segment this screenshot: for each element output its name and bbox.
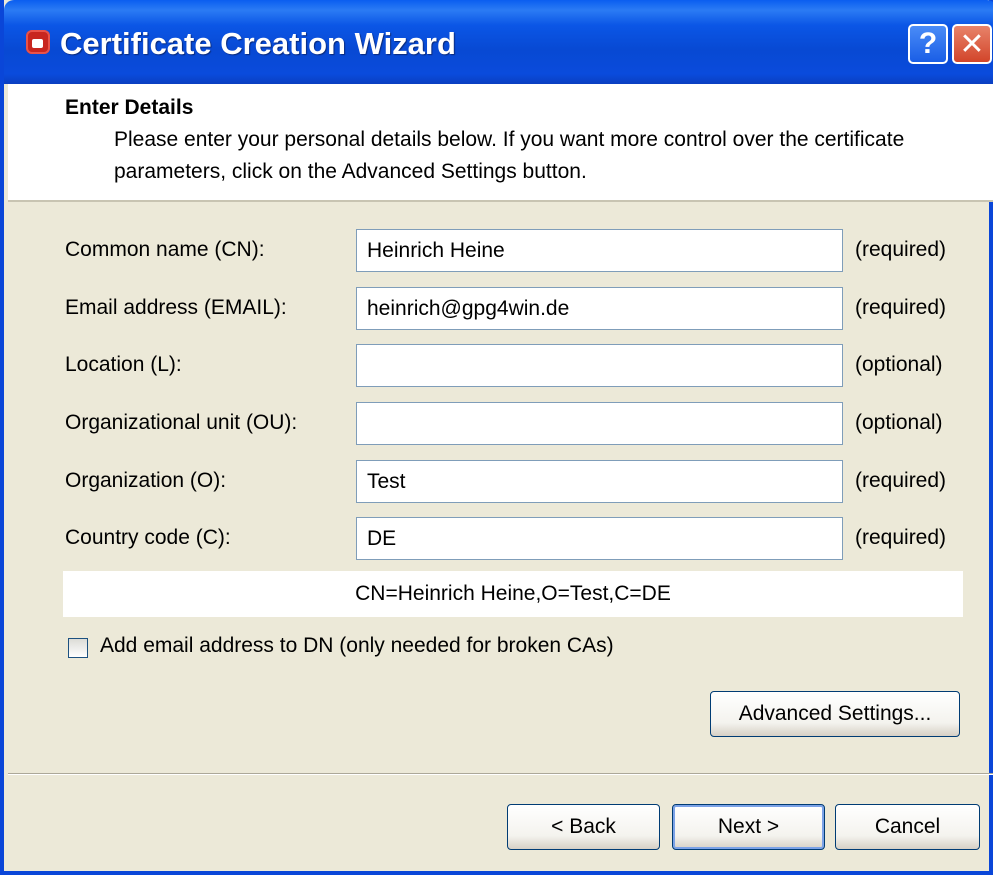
organization-field[interactable]: [356, 460, 843, 503]
email-label: Email address (EMAIL):: [65, 296, 287, 319]
dn-preview: CN=Heinrich Heine,O=Test,C=DE: [63, 571, 963, 617]
common-name-label: Common name (CN):: [65, 238, 265, 261]
wizard-window: Certificate Creation Wizard ? ✕ Enter De…: [0, 0, 993, 875]
country-code-field[interactable]: [356, 517, 843, 560]
page-description: Please enter your personal details below…: [114, 128, 905, 183]
page-title: Enter Details: [65, 96, 194, 119]
window-title: Certificate Creation Wizard: [60, 26, 456, 61]
country-code-label: Country code (C):: [65, 526, 231, 549]
location-requirement: (optional): [855, 353, 943, 376]
organization-label: Organization (O):: [65, 469, 227, 492]
add-email-to-dn-label[interactable]: Add email address to DN (only needed for…: [100, 634, 614, 658]
country-code-requirement: (required): [855, 526, 947, 549]
help-button[interactable]: ?: [908, 24, 948, 64]
add-email-to-dn-checkbox[interactable]: [68, 638, 88, 658]
title-bar[interactable]: Certificate Creation Wizard ? ✕: [4, 0, 993, 84]
close-button[interactable]: ✕: [952, 24, 992, 64]
location-field[interactable]: [356, 344, 843, 387]
back-button[interactable]: < Back: [507, 804, 660, 850]
org-unit-field[interactable]: [356, 402, 843, 445]
advanced-settings-button[interactable]: Advanced Settings...: [710, 691, 960, 737]
common-name-requirement: (required): [855, 238, 947, 261]
organization-requirement: (required): [855, 469, 947, 492]
org-unit-label: Organizational unit (OU):: [65, 411, 298, 434]
app-icon: [26, 30, 50, 54]
location-label: Location (L):: [65, 353, 182, 376]
email-requirement: (required): [855, 296, 947, 319]
org-unit-requirement: (optional): [855, 411, 943, 434]
cancel-button[interactable]: Cancel: [835, 804, 980, 850]
email-field[interactable]: [356, 287, 843, 330]
footer-divider: [8, 773, 993, 775]
common-name-field[interactable]: [356, 229, 843, 272]
next-button[interactable]: Next >: [672, 804, 825, 850]
wizard-header: Enter Details Please enter your personal…: [8, 84, 993, 202]
